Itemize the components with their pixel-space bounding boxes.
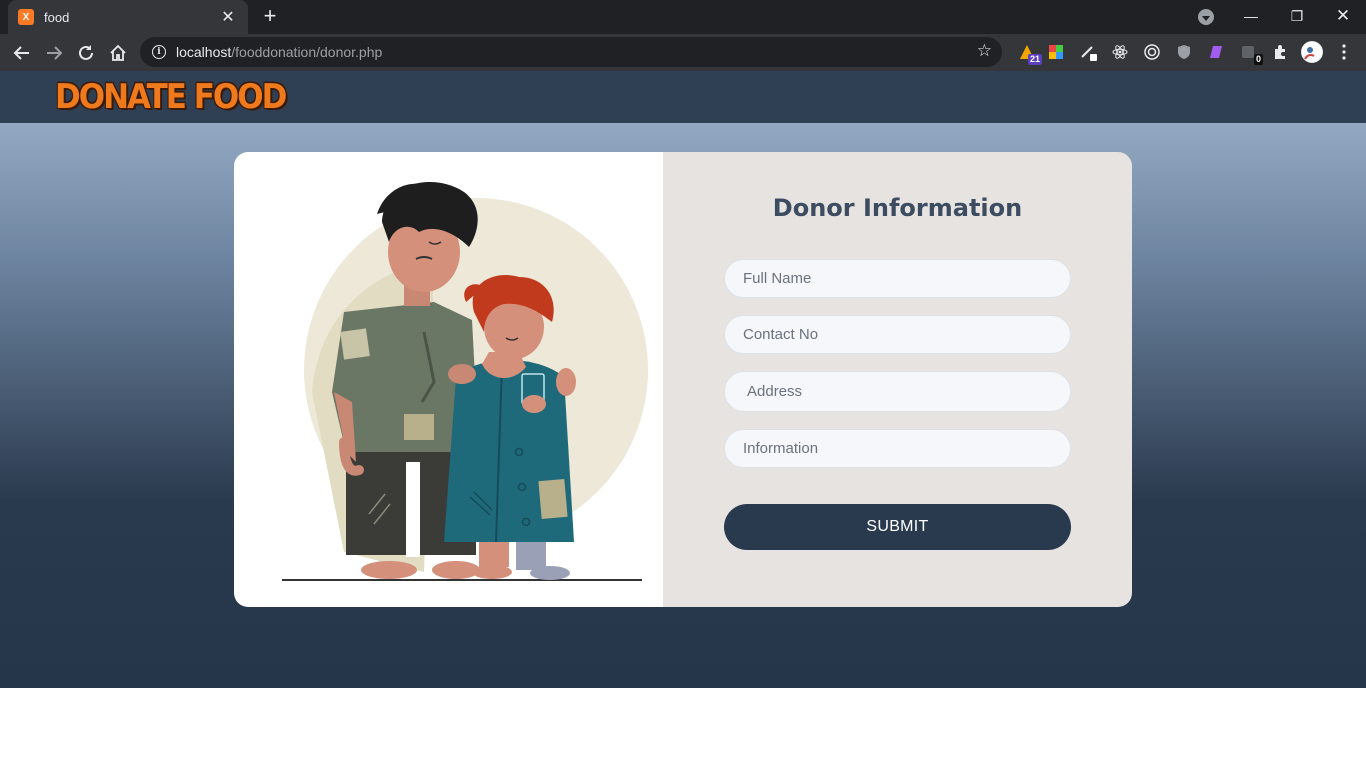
react-devtools-icon[interactable] [1110, 42, 1130, 62]
window-close-button[interactable]: ✕ [1320, 0, 1366, 32]
site-header: DONATE FOOD [0, 71, 1366, 123]
browser-tab-bar: X food ✕ + — ❐ ✕ [0, 0, 1366, 34]
extension-shield-icon[interactable] [1174, 42, 1194, 62]
extension-badge: 0 [1253, 54, 1263, 65]
address-bar[interactable]: i localhost/fooddonation/donor.php ☆ [140, 37, 1002, 67]
forward-arrow-icon[interactable] [41, 40, 67, 66]
extension-badge: 21 [1027, 54, 1042, 65]
browser-tab[interactable]: X food ✕ [8, 0, 248, 34]
tab-search-icon[interactable] [1198, 9, 1214, 25]
donor-form-panel: Donor Information SUBMIT [663, 152, 1132, 607]
extension-warning-icon[interactable]: 21 [1017, 42, 1042, 65]
page-background: DONATE FOOD Donor Information Full Name … [0, 71, 1366, 688]
extensions-puzzle-icon[interactable] [1270, 42, 1290, 62]
xampp-favicon-icon: X [18, 9, 34, 25]
reload-icon[interactable] [73, 40, 99, 66]
extension-target-icon[interactable] [1142, 42, 1162, 62]
submit-button[interactable]: SUBMIT [724, 504, 1071, 550]
restore-button[interactable]: ❐ [1274, 0, 1320, 32]
children-illustration [282, 182, 648, 581]
home-icon[interactable] [105, 40, 131, 66]
information-input[interactable] [724, 429, 1071, 468]
profile-avatar[interactable] [1301, 41, 1323, 63]
browser-menu-icon[interactable] [1334, 42, 1354, 62]
site-logo[interactable]: DONATE FOOD [55, 78, 287, 117]
url-path: /fooddonation/donor.php [231, 44, 383, 60]
full-name-input[interactable] [724, 259, 1071, 298]
site-info-icon[interactable]: i [152, 45, 166, 59]
extension-pen-icon[interactable] [1079, 42, 1099, 62]
extension-purple-icon[interactable] [1206, 42, 1226, 62]
extension-dark-icon[interactable]: 0 [1238, 42, 1263, 65]
donor-card: Donor Information SUBMIT [234, 152, 1132, 607]
browser-toolbar: i localhost/fooddonation/donor.php ☆ 21 … [0, 34, 1366, 71]
url-host: localhost [176, 44, 232, 60]
extension-colorful-icon[interactable] [1046, 42, 1066, 62]
bookmark-star-icon[interactable]: ☆ [977, 41, 992, 61]
contact-no-input[interactable] [724, 315, 1071, 354]
illustration-panel [234, 152, 663, 607]
new-tab-button[interactable]: + [258, 5, 282, 29]
form-title: Donor Information [772, 194, 1023, 222]
minimize-button[interactable]: — [1228, 0, 1274, 32]
back-arrow-icon[interactable] [9, 40, 35, 66]
tab-title: food [44, 9, 70, 25]
tab-close-icon[interactable]: ✕ [218, 7, 238, 27]
address-input[interactable] [724, 371, 1071, 412]
